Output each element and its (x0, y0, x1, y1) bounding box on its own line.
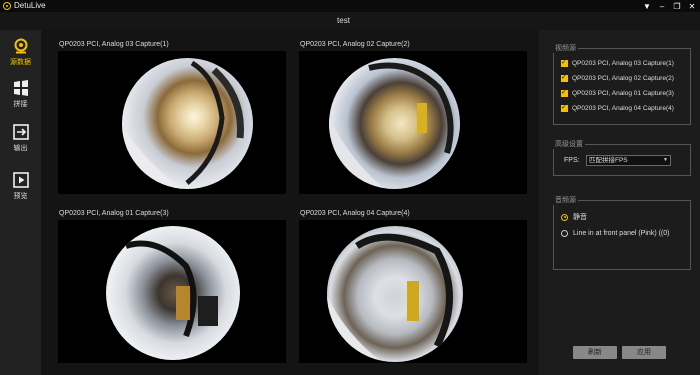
apply-button[interactable]: 应用 (622, 346, 666, 359)
sidebar-item-label: 源数据 (10, 59, 31, 66)
grid-icon (14, 80, 28, 96)
webcam-icon (14, 38, 28, 54)
audio-source-title: 音频源 (553, 195, 578, 205)
dropdown-menu-icon[interactable]: ▼ (643, 2, 651, 11)
fps-select[interactable]: 匹配拼接FPS ▼ (586, 155, 671, 166)
fps-label: FPS: (564, 157, 580, 164)
sidebar-item-label: 预览 (13, 193, 28, 200)
document-title: test (337, 16, 350, 25)
minimize-icon[interactable]: – (658, 2, 666, 11)
close-icon[interactable]: ✕ (688, 2, 696, 11)
sidebar-item-output[interactable]: 输出 (0, 118, 41, 158)
video-source-item[interactable]: QP0203 PCI, Analog 02 Capture(2) (561, 73, 674, 83)
camera-view-2[interactable] (299, 51, 527, 194)
checkbox[interactable] (561, 103, 568, 112)
app-name: DetuLive (14, 1, 46, 10)
sidebar-item-preview[interactable]: 预览 (0, 166, 41, 206)
sidebar-item-stitch[interactable]: 拼接 (0, 74, 41, 114)
checkbox[interactable] (561, 73, 568, 82)
detulive-logo-icon (3, 2, 11, 10)
export-icon (13, 124, 29, 140)
video-grid: QP0203 PCI, Analog 03 Capture(1) QP0203 … (41, 30, 539, 375)
video-source-item[interactable]: QP0203 PCI, Analog 04 Capture(4) (561, 103, 674, 113)
audio-option-mute[interactable]: 静音 (561, 212, 587, 222)
video-source-item[interactable]: QP0203 PCI, Analog 03 Capture(1) (561, 58, 674, 68)
camera-view-3[interactable] (58, 220, 286, 363)
refresh-button[interactable]: 刷新 (573, 346, 617, 359)
sidebar: 源数据 拼接 输出 预览 (0, 30, 41, 375)
sidebar-item-label: 输出 (13, 145, 28, 152)
video-source-title: 视频源 (553, 43, 578, 53)
fisheye-image (106, 226, 240, 360)
settings-panel: 视频源 QP0203 PCI, Analog 03 Capture(1) QP0… (539, 30, 700, 375)
camera-view-4[interactable] (299, 220, 527, 363)
fisheye-image (327, 226, 463, 362)
view-caption: QP0203 PCI, Analog 02 Capture(2) (300, 41, 410, 48)
fps-select-value: 匹配拼接FPS (589, 157, 628, 164)
view-caption: QP0203 PCI, Analog 04 Capture(4) (300, 210, 410, 217)
window-controls: ▼ – ❐ ✕ (643, 0, 696, 12)
view-caption: QP0203 PCI, Analog 01 Capture(3) (59, 210, 169, 217)
radio-button[interactable] (561, 229, 568, 237)
sidebar-item-label: 拼接 (13, 101, 28, 108)
sidebar-item-source[interactable]: 源数据 (0, 32, 41, 72)
camera-view-1[interactable] (58, 51, 286, 194)
advanced-settings-title: 高级设置 (553, 139, 585, 149)
checkbox[interactable] (561, 88, 568, 97)
view-caption: QP0203 PCI, Analog 03 Capture(1) (59, 41, 169, 48)
fisheye-image (329, 58, 460, 189)
play-icon (13, 172, 29, 188)
fisheye-image (122, 58, 253, 189)
title-bar: DetuLive ▼ – ❐ ✕ (0, 0, 700, 12)
audio-option-line-in[interactable]: Line in at front panel (Pink) ((0) (561, 228, 670, 238)
checkbox[interactable] (561, 58, 568, 67)
chevron-down-icon: ▼ (663, 157, 668, 163)
radio-button[interactable] (561, 213, 568, 221)
restore-icon[interactable]: ❐ (673, 2, 681, 11)
video-source-item[interactable]: QP0203 PCI, Analog 01 Capture(3) (561, 88, 674, 98)
